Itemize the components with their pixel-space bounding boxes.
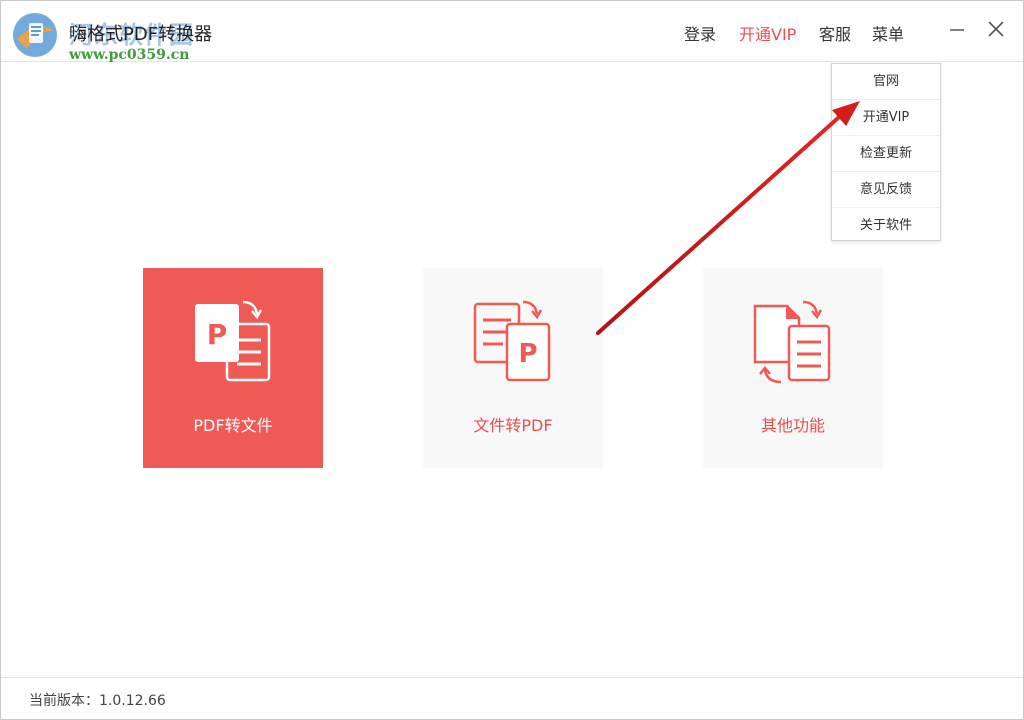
tile-pdf-to-file[interactable]: P PDF转文件 [143, 268, 323, 468]
file-to-pdf-icon: P [473, 300, 551, 382]
other-functions-icon [753, 300, 831, 384]
menu-item-open-vip[interactable]: 开通VIP [832, 100, 940, 136]
tile-other-functions[interactable]: 其他功能 [703, 268, 883, 468]
watermark-url: www.pc0359.cn [69, 47, 190, 63]
version-label: 当前版本：1.0.12.66 [29, 693, 166, 709]
watermark-logo-icon [13, 13, 57, 57]
tile-label: 其他功能 [760, 416, 825, 435]
menu-dropdown: 官网 开通VIP 检查更新 意见反馈 关于软件 [831, 63, 941, 241]
svg-text:P: P [518, 339, 537, 369]
tile-label: PDF转文件 [193, 416, 273, 435]
menu-item-check-update[interactable]: 检查更新 [832, 136, 940, 172]
login-link[interactable]: 登录 [684, 21, 716, 45]
customer-service-link[interactable]: 客服 [819, 21, 851, 45]
menu-item-feedback[interactable]: 意见反馈 [832, 172, 940, 208]
menu-item-about[interactable]: 关于软件 [832, 208, 940, 243]
tile-label: 文件转PDF [473, 416, 553, 435]
minimize-icon[interactable] [945, 17, 969, 41]
tile-file-to-pdf[interactable]: P 文件转PDF [423, 268, 603, 468]
pdf-to-file-icon: P [195, 300, 271, 382]
status-bar: 当前版本：1.0.12.66 [1, 677, 1023, 720]
open-vip-link[interactable]: 开通VIP [739, 21, 796, 45]
menu-button[interactable]: 菜单 [872, 21, 904, 45]
app-window: 河东软件园 嗨格式PDF转换器 www.pc0359.cn 登录 开通VIP 客… [0, 0, 1024, 720]
title-bar: 河东软件园 嗨格式PDF转换器 www.pc0359.cn 登录 开通VIP 客… [1, 1, 1023, 63]
app-title: 嗨格式PDF转换器 [69, 24, 213, 45]
menu-item-website[interactable]: 官网 [832, 64, 940, 100]
close-icon[interactable] [984, 17, 1008, 41]
svg-text:P: P [207, 318, 228, 351]
